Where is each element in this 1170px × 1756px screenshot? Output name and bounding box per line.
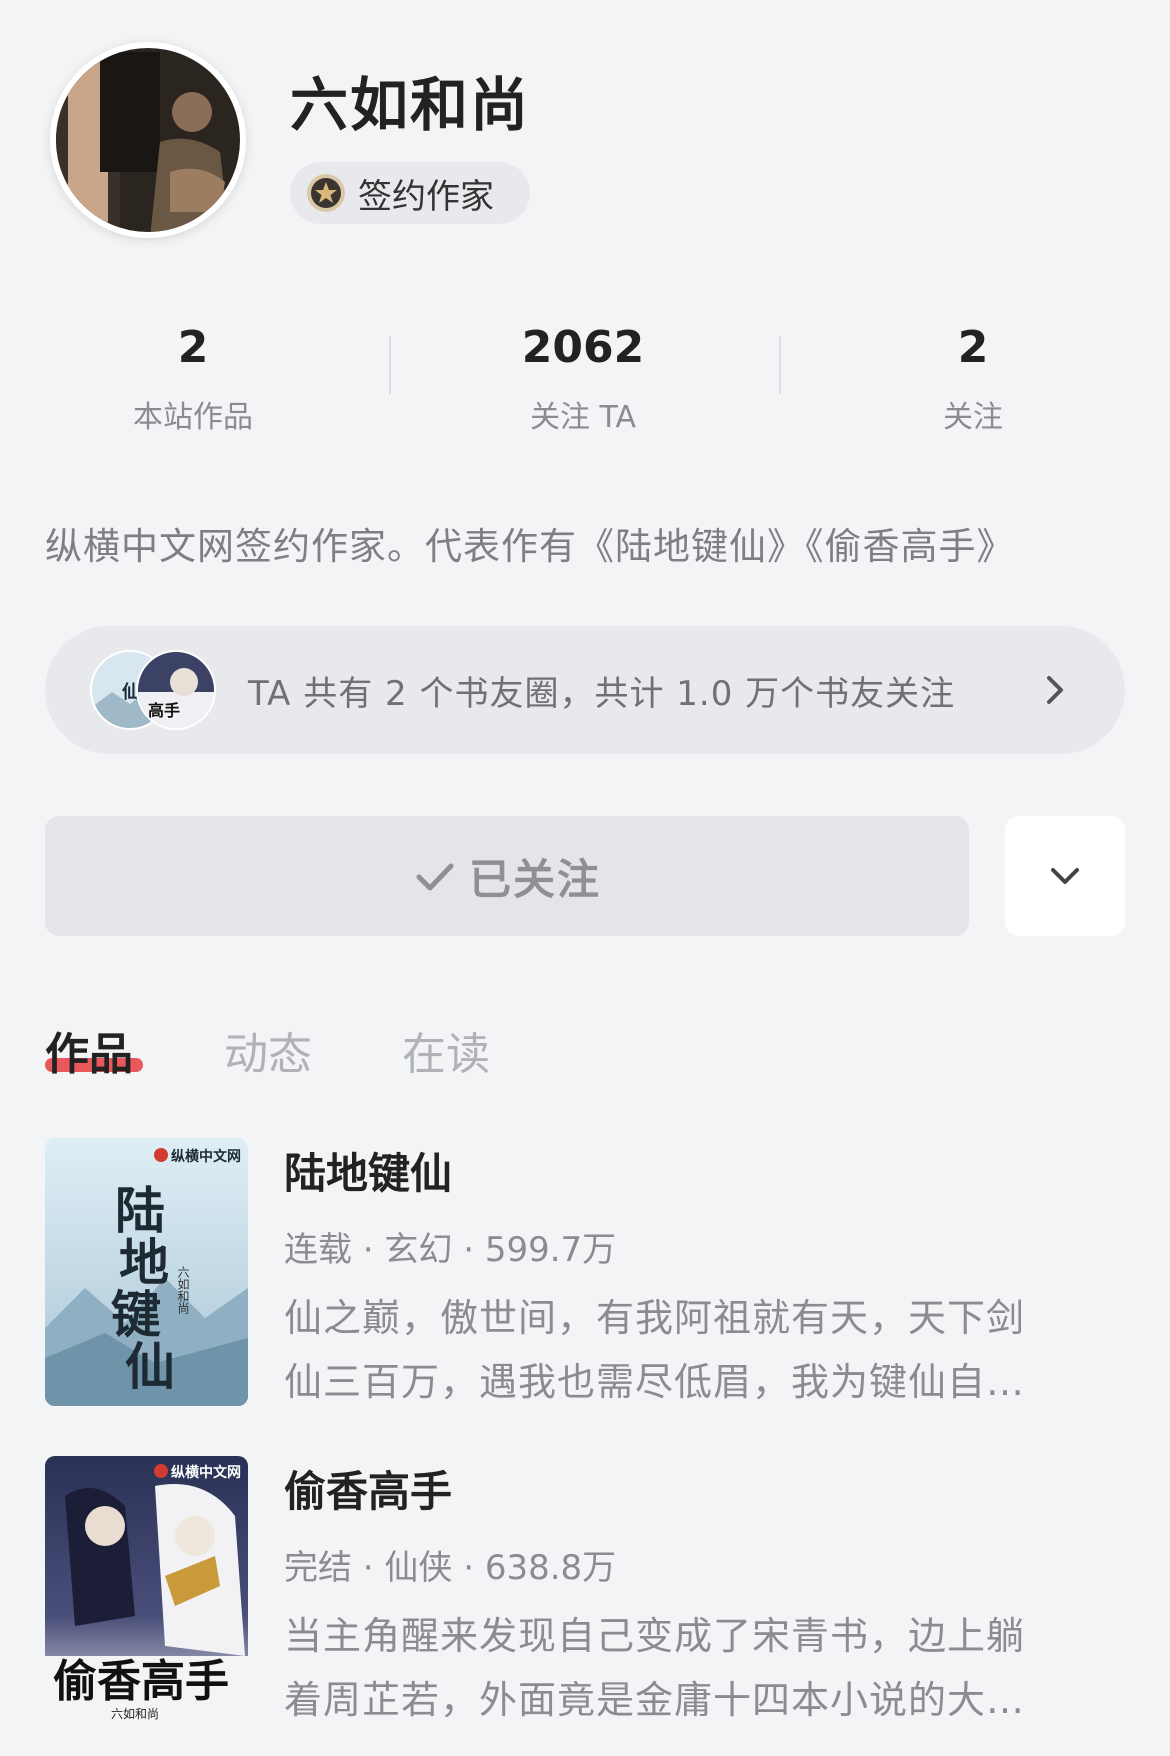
book-description: 仙之巅，傲世间，有我阿祖就有天，天下剑 仙三百万，遇我也需尽低眉，我为键仙自… (284, 1286, 1132, 1414)
book-cover[interactable]: 纵横中文网 偷香高手 六如和尚 (45, 1456, 248, 1724)
chevron-down-icon (1051, 868, 1079, 884)
cover-author: 六如和尚 (111, 1706, 159, 1721)
svg-text:仙: 仙 (125, 1337, 175, 1396)
book-title[interactable]: 陆地键仙 (284, 1140, 452, 1201)
tab-works[interactable]: 作品 (45, 1018, 133, 1082)
chevron-right-icon (1047, 676, 1063, 704)
tab-works-label: 作品 (45, 1029, 133, 1080)
stat-works-label: 本站作品 (133, 400, 253, 435)
stat-following-value: 2 (957, 322, 989, 373)
avatar[interactable] (50, 42, 246, 238)
svg-text:陆: 陆 (115, 1181, 165, 1240)
circle-covers: 仙 高手 (90, 650, 230, 730)
stat-followers-value: 2062 (521, 322, 645, 373)
book-circle-bar[interactable]: 仙 高手 TA 共有 2 个书友圈，共计 1.0 万个书友关注 (45, 626, 1125, 754)
cover-publisher: 纵横中文网 (171, 1464, 241, 1481)
cover-author: 六如和尚 (176, 1266, 190, 1314)
tab-reading[interactable]: 在读 (402, 1018, 490, 1082)
author-name: 六如和尚 (290, 71, 531, 139)
followed-label: 已关注 (468, 854, 601, 904)
stat-divider (389, 336, 391, 394)
badge-label: 签约作家 (358, 176, 494, 217)
author-bio: 纵横中文网签约作家。代表作有《陆地键仙》《偷香高手》 (45, 525, 1015, 568)
stat-works[interactable]: 2 本站作品 (43, 318, 343, 436)
book-title[interactable]: 偷香高手 (284, 1458, 452, 1519)
book-description-line: 当主角醒来发现自己变成了宋青书，边上躺 (284, 1614, 1026, 1658)
stat-followers-label: 关注 TA (529, 400, 637, 435)
star-badge-icon (307, 174, 345, 212)
book-description-line: 仙之巅，傲世间，有我阿祖就有天，天下剑 (284, 1296, 1026, 1340)
svg-text:键: 键 (111, 1285, 161, 1344)
book-meta: 连载 · 玄幻 · 599.7万 (284, 1230, 617, 1270)
book-description-line: 仙三百万，遇我也需尽低眉，我为键仙自… (284, 1360, 1026, 1404)
circle-cover-image: 高手 (136, 650, 216, 730)
circle-summary: TA 共有 2 个书友圈，共计 1.0 万个书友关注 (248, 673, 956, 714)
book-cover[interactable]: 纵横中文网 陆 地 键 仙 六如和尚 (45, 1138, 248, 1406)
book-description-line: 着周芷若，外面竟是金庸十四本小说的大… (284, 1678, 1026, 1722)
stat-works-value: 2 (177, 322, 209, 373)
cover-publisher: 纵横中文网 (171, 1148, 241, 1165)
stat-divider (779, 336, 781, 394)
book-description: 当主角醒来发现自己变成了宋青书，边上躺 着周芷若，外面竟是金庸十四本小说的大… (284, 1604, 1132, 1732)
cover-title: 偷香高手 (53, 1656, 229, 1707)
more-options-button[interactable] (1005, 816, 1125, 936)
svg-text:高手: 高手 (148, 701, 180, 720)
signed-author-badge[interactable]: 签约作家 (290, 162, 530, 224)
followed-button[interactable]: 已关注 (45, 816, 969, 936)
stat-followers[interactable]: 2062 关注 TA (433, 318, 733, 436)
svg-text:地: 地 (119, 1233, 169, 1292)
stat-following-label: 关注 (943, 400, 1003, 435)
check-icon (416, 863, 454, 891)
book-meta: 完结 · 仙侠 · 638.8万 (284, 1548, 617, 1588)
stat-following[interactable]: 2 关注 (823, 318, 1123, 436)
tab-activity[interactable]: 动态 (224, 1018, 312, 1082)
